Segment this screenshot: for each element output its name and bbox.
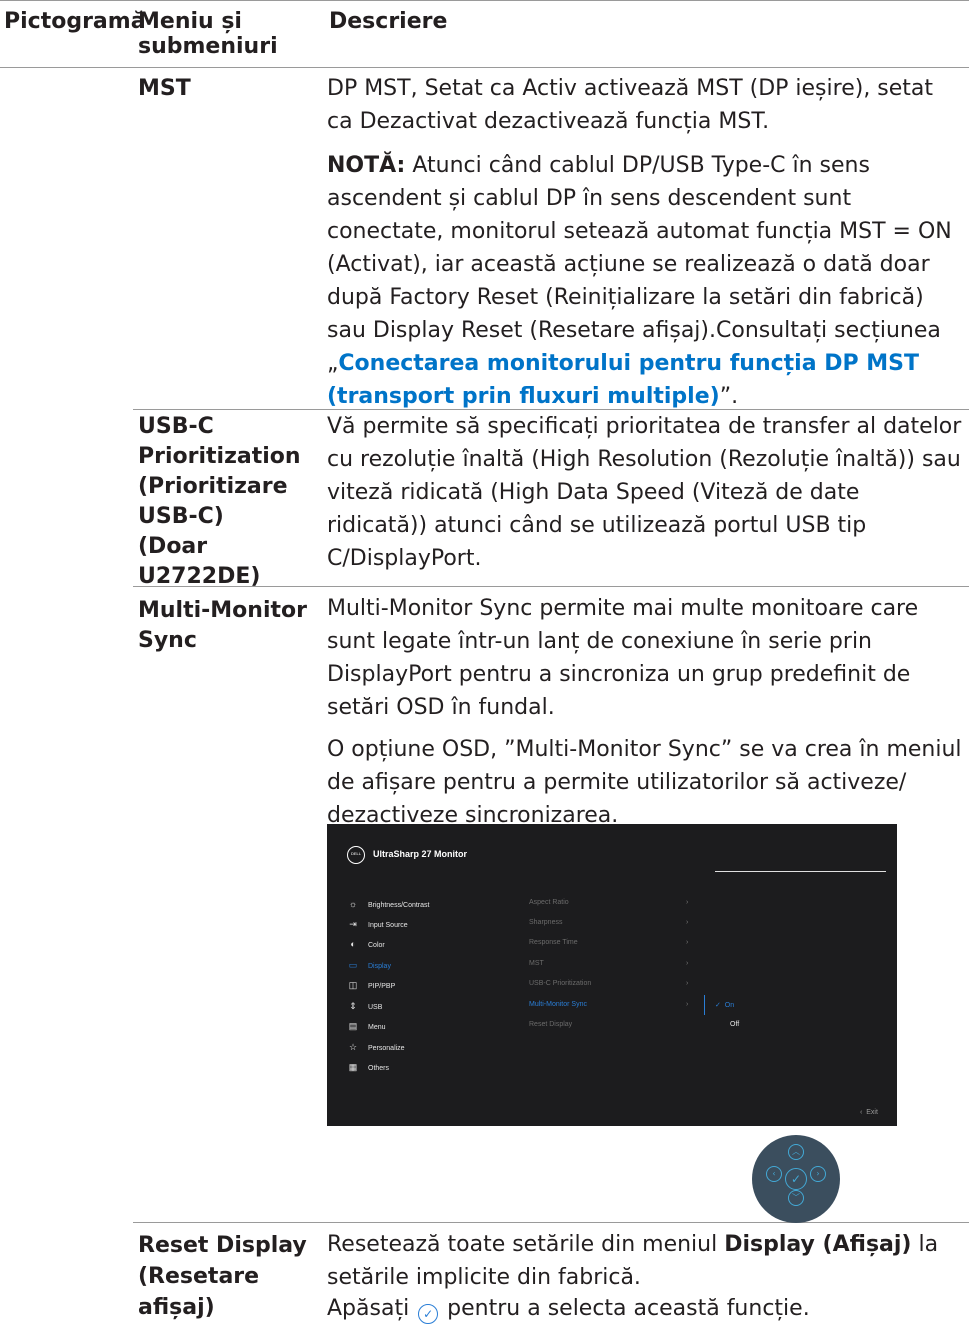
chevron-right-icon: › (686, 939, 689, 946)
dell-logo-icon: DELL (347, 846, 365, 864)
mms-description: Multi-Monitor Sync permite mai multe mon… (327, 596, 919, 720)
osd-divider (715, 871, 886, 872)
note-text: Atunci când cablul DP/USB Type-C în sens… (327, 153, 952, 376)
chevron-right-icon: › (686, 980, 689, 987)
joystick-up-icon: ︿ (788, 1144, 804, 1160)
osd-sub-reset-display[interactable]: Reset Display (529, 1021, 572, 1028)
mms-name-line: Multi-Monitor (138, 598, 307, 623)
star-icon: ☆ (348, 1042, 358, 1052)
osd-screenshot: DELL UltraSharp 27 Monitor ☼ Brightness/C… (327, 824, 897, 1126)
osd-menu-menu[interactable]: ▤ Menu (347, 1021, 386, 1033)
mst-note: NOTĂ: Atunci când cablul DP/USB Type-C î… (327, 149, 962, 413)
joystick-left-icon: ‹ (766, 1166, 782, 1182)
mms-name-line: Sync (138, 628, 197, 653)
joystick-center-check-icon: ✓ (785, 1168, 807, 1190)
menu-icon: ▤ (348, 1021, 358, 1031)
submenu-multi-monitor-sync: Multi-Monitor Sync (138, 596, 323, 656)
pip-pbp-icon: ◫ (348, 980, 358, 990)
osd-menu-display[interactable]: ▭ Display (347, 960, 391, 972)
table-top-rule (0, 0, 969, 1)
usbc-name-line: U2722DE) (138, 564, 261, 589)
osd-title: UltraSharp 27 Monitor (373, 849, 468, 859)
mst-description: DP MST, Setat ca Activ activează MST (DP… (327, 76, 934, 134)
osd-selection-bar (704, 995, 705, 1015)
reset-press-instruction: Apăsați ✓ pentru a selecta această funcț… (327, 1292, 959, 1325)
mst-section-link[interactable]: Conectarea monitorului pentru funcția DP… (327, 351, 919, 409)
reset-name-line: afișaj) (138, 1295, 215, 1320)
display-menu-ref: Display (Afișaj) (724, 1232, 912, 1257)
chevron-left-icon: ‹ (860, 1109, 863, 1116)
usbc-description: Vă permite să specificați prioritatea de… (327, 414, 962, 571)
note-end: ”. (719, 384, 739, 409)
header-menu: Meniu și submeniuri (138, 9, 278, 59)
osd-sub-multi-monitor-sync[interactable]: Multi-Monitor Sync (529, 1001, 587, 1008)
color-icon: ◐ (350, 939, 356, 949)
osd-option-on[interactable]: ✓ On (715, 1001, 734, 1009)
reset-name-line: Reset Display (138, 1233, 307, 1258)
osd-menu-brightness[interactable]: ☼ Brightness/Contrast (347, 899, 430, 911)
header-rule (0, 67, 969, 68)
check-button-icon: ✓ (418, 1304, 439, 1324)
others-icon: ▦ (348, 1062, 358, 1072)
osd-sub-response-time[interactable]: Response Time (529, 939, 578, 946)
usbc-name-line: Prioritization (138, 444, 301, 469)
display-icon: ▭ (348, 960, 358, 970)
submenu-usbc-prioritization: USB-C Prioritization (Prioritizare USB-C… (138, 412, 318, 592)
joystick-icon: ︿ ‹ ✓ › ﹀ (752, 1135, 840, 1223)
usbc-name-line: USB-C) (138, 504, 224, 529)
chevron-right-icon: › (686, 1001, 689, 1008)
submenu-mst: MST (138, 76, 191, 101)
osd-menu-personalize[interactable]: ☆ Personalize (347, 1042, 405, 1054)
osd-sub-mst[interactable]: MST (529, 960, 544, 967)
header-description: Descriere (329, 9, 448, 34)
osd-menu-usb[interactable]: ⇕ USB (347, 1001, 382, 1013)
row-rule-reset (133, 1222, 969, 1223)
usbc-name-line: USB-C (138, 414, 214, 439)
joystick-down-icon: ﹀ (788, 1190, 804, 1206)
osd-option-off[interactable]: Off (730, 1021, 739, 1028)
reset-description: Resetează toate setările din meniul Disp… (327, 1232, 939, 1290)
osd-sub-sharpness[interactable]: Sharpness (529, 919, 562, 926)
osd-menu-pip-pbp[interactable]: ◫ PIP/PBP (347, 980, 396, 992)
usbc-name-line: (Doar (138, 534, 208, 559)
osd-menu-others[interactable]: ▦ Others (347, 1062, 389, 1074)
header-icon: Pictogramă (4, 9, 146, 34)
input-source-icon: ⇥ (349, 919, 357, 929)
note-label: NOTĂ: (327, 153, 406, 178)
chevron-right-icon: › (686, 899, 689, 906)
checkmark-icon: ✓ (715, 1002, 721, 1009)
osd-sub-usbc-prioritization[interactable]: USB-C Prioritization (529, 980, 591, 987)
osd-menu-color[interactable]: ◐ Color (347, 939, 384, 951)
osd-sub-aspect-ratio[interactable]: Aspect Ratio (529, 899, 569, 906)
submenu-reset-display: Reset Display (Resetare afișaj) (138, 1230, 323, 1323)
brightness-icon: ☼ (348, 899, 358, 909)
usb-icon: ⇕ (349, 1001, 357, 1011)
joystick-right-icon: › (810, 1166, 826, 1182)
chevron-right-icon: › (686, 919, 689, 926)
usbc-name-line: (Prioritizare (138, 474, 288, 499)
mms-osd-note: O opțiune OSD, ”Multi-Monitor Sync” se v… (327, 737, 962, 828)
osd-exit[interactable]: ‹ Exit (860, 1109, 878, 1116)
osd-menu-input-source[interactable]: ⇥ Input Source (347, 919, 407, 931)
reset-name-line: (Resetare (138, 1264, 260, 1289)
chevron-right-icon: › (686, 960, 689, 967)
